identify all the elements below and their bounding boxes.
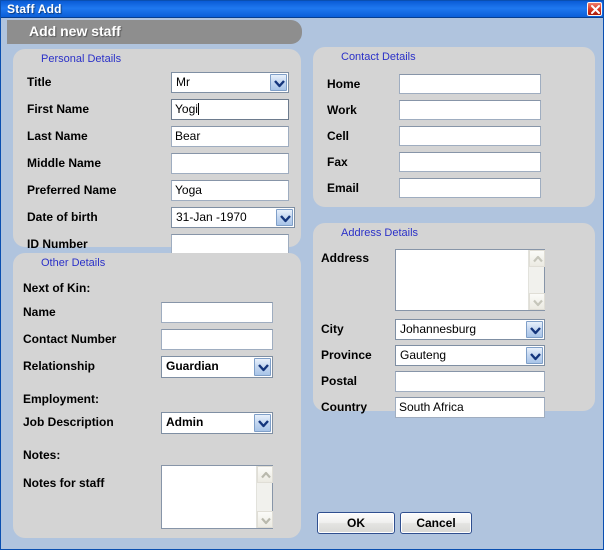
email-input[interactable] xyxy=(399,178,541,198)
email-label: Email xyxy=(327,181,360,195)
middle-name-input[interactable] xyxy=(171,153,289,174)
employment-heading: Employment: xyxy=(23,392,100,406)
text-caret xyxy=(197,103,199,115)
scroll-down-icon[interactable] xyxy=(257,511,273,528)
window-title: Staff Add xyxy=(7,2,62,16)
country-input[interactable]: South Africa xyxy=(395,397,545,418)
notes-textarea[interactable] xyxy=(161,465,273,529)
title-bar: Staff Add xyxy=(1,1,603,18)
notes-label: Notes for staff xyxy=(23,476,105,490)
last-name-input[interactable]: Bear xyxy=(171,126,289,147)
next-of-kin-heading: Next of Kin: xyxy=(23,281,91,295)
address-scrollbar[interactable] xyxy=(528,250,545,310)
job-description-label: Job Description xyxy=(23,415,114,429)
province-value: Gauteng xyxy=(400,348,447,362)
relationship-label: Relationship xyxy=(23,359,96,373)
last-name-label: Last Name xyxy=(27,129,88,143)
title-label: Title xyxy=(27,75,52,89)
page-title: Add new staff xyxy=(29,23,121,39)
date-of-birth-label: Date of birth xyxy=(27,210,98,224)
job-description-combo[interactable]: Admin xyxy=(161,412,273,434)
address-details-legend: Address Details xyxy=(341,227,419,239)
relationship-value: Guardian xyxy=(166,359,219,373)
ok-button[interactable]: OK xyxy=(317,512,395,534)
scroll-up-icon[interactable] xyxy=(529,250,545,267)
id-number-label: ID Number xyxy=(27,237,88,251)
scroll-down-icon[interactable] xyxy=(529,293,545,310)
relationship-combo[interactable]: Guardian xyxy=(161,356,273,378)
cell-input[interactable] xyxy=(399,126,541,146)
contact-number-label: Contact Number xyxy=(23,332,117,346)
home-label: Home xyxy=(327,77,361,91)
notes-heading: Notes: xyxy=(23,448,61,462)
province-combo[interactable]: Gauteng xyxy=(395,345,545,366)
city-combo[interactable]: Johannesburg xyxy=(395,319,545,340)
first-name-input[interactable]: Yogi xyxy=(171,99,289,120)
title-combo[interactable]: Mr xyxy=(171,72,289,93)
province-label: Province xyxy=(321,348,372,362)
chevron-down-icon[interactable] xyxy=(526,321,543,338)
personal-details-legend: Personal Details xyxy=(41,53,122,65)
other-details-panel: Other Details Next of Kin: Name Contact … xyxy=(13,253,301,538)
postal-label: Postal xyxy=(321,374,358,388)
home-input[interactable] xyxy=(399,74,541,94)
work-input[interactable] xyxy=(399,100,541,120)
close-button[interactable] xyxy=(587,2,602,16)
contact-details-panel: Contact Details Home Work Cell Fax Email xyxy=(313,47,595,207)
title-combo-value: Mr xyxy=(176,75,190,89)
date-of-birth-combo[interactable]: 31-Jan -1970 xyxy=(171,207,295,228)
contact-details-legend: Contact Details xyxy=(341,51,416,63)
preferred-name-input[interactable]: Yoga xyxy=(171,180,289,201)
kin-name-label: Name xyxy=(23,305,56,319)
address-label: Address xyxy=(321,251,370,265)
kin-name-input[interactable] xyxy=(161,302,273,323)
cell-label: Cell xyxy=(327,129,350,143)
chevron-down-icon[interactable] xyxy=(526,347,543,364)
city-label: City xyxy=(321,322,344,336)
other-details-legend: Other Details xyxy=(41,257,106,269)
first-name-value: Yogi xyxy=(175,102,198,116)
postal-input[interactable] xyxy=(395,371,545,392)
middle-name-label: Middle Name xyxy=(27,156,102,170)
date-of-birth-value: 31-Jan -1970 xyxy=(176,210,247,224)
header-banner: Add new staff xyxy=(7,20,302,44)
staff-add-dialog: Staff Add Add new staff Personal Details… xyxy=(0,0,604,550)
chevron-down-icon[interactable] xyxy=(270,74,287,91)
personal-details-panel: Personal Details Title Mr First Name Yog… xyxy=(13,49,301,255)
country-label: Country xyxy=(321,400,367,414)
work-label: Work xyxy=(327,103,357,117)
fax-input[interactable] xyxy=(399,152,541,172)
id-number-input[interactable] xyxy=(171,234,289,255)
address-textarea[interactable] xyxy=(395,249,545,311)
fax-label: Fax xyxy=(327,155,348,169)
job-description-value: Admin xyxy=(166,415,204,429)
preferred-name-label: Preferred Name xyxy=(27,183,117,197)
chevron-down-icon[interactable] xyxy=(276,209,293,226)
notes-scrollbar[interactable] xyxy=(256,466,273,528)
first-name-label: First Name xyxy=(27,102,90,116)
city-value: Johannesburg xyxy=(400,322,477,336)
scroll-up-icon[interactable] xyxy=(257,466,273,483)
cancel-button[interactable]: Cancel xyxy=(400,512,472,534)
contact-number-input[interactable] xyxy=(161,329,273,350)
chevron-down-icon[interactable] xyxy=(254,414,271,432)
address-details-panel: Address Details Address City Johannesbur… xyxy=(313,223,595,418)
chevron-down-icon[interactable] xyxy=(254,358,271,376)
